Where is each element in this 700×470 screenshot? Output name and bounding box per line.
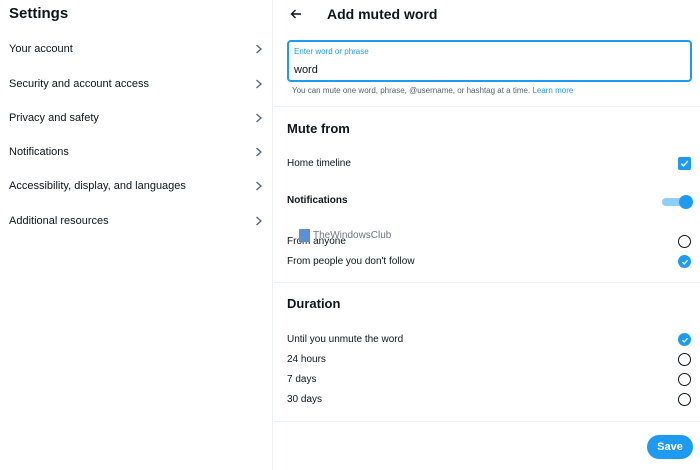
watermark-logo-icon	[299, 229, 310, 242]
sidebar-item-security[interactable]: Security and account access	[0, 67, 273, 101]
checkmark-icon	[681, 337, 688, 343]
mute-from-heading: Mute from	[287, 121, 350, 136]
muted-word-input[interactable]	[293, 62, 683, 78]
24-hours-label: 24 hours	[287, 354, 326, 365]
sidebar-item-label: Accessibility, display, and languages	[9, 179, 186, 192]
notifications-toggle[interactable]	[662, 195, 693, 209]
chevron-right-icon	[254, 44, 264, 54]
page-title: Add muted word	[327, 6, 438, 22]
arrow-left-icon	[290, 9, 301, 19]
chevron-right-icon	[254, 79, 264, 89]
sidebar-title: Settings	[9, 5, 69, 22]
home-timeline-checkbox[interactable]	[678, 157, 691, 170]
duration-heading: Duration	[287, 296, 341, 311]
divider	[274, 282, 700, 283]
settings-sidebar: Settings Your account Security and accou…	[0, 0, 273, 470]
home-timeline-label: Home timeline	[287, 158, 351, 169]
chevron-right-icon	[254, 113, 264, 123]
sidebar-item-privacy[interactable]: Privacy and safety	[0, 101, 273, 135]
chevron-right-icon	[254, 181, 264, 191]
30-days-radio[interactable]	[678, 393, 691, 406]
from-non-followers-label: From people you don't follow	[287, 256, 415, 267]
24-hours-radio[interactable]	[678, 353, 691, 366]
sidebar-item-label: Security and account access	[9, 77, 150, 90]
notifications-label: Notifications	[287, 195, 348, 206]
muted-word-hint: You can mute one word, phrase, @username…	[292, 86, 573, 96]
sidebar-item-notifications[interactable]: Notifications	[0, 135, 273, 169]
divider	[274, 421, 700, 422]
hint-text: You can mute one word, phrase, @username…	[292, 86, 531, 95]
sidebar-item-label: Your account	[9, 42, 73, 55]
sidebar-item-label: Privacy and safety	[9, 111, 99, 124]
save-button[interactable]: Save	[647, 435, 693, 459]
sidebar-item-label: Notifications	[9, 145, 69, 158]
divider	[274, 106, 700, 107]
muted-word-field-label: Enter word or phrase	[294, 47, 369, 56]
toggle-knob	[679, 195, 693, 209]
7-days-radio[interactable]	[678, 373, 691, 386]
from-non-followers-radio[interactable]	[678, 255, 691, 268]
30-days-label: 30 days	[287, 394, 323, 405]
learn-more-link[interactable]: Learn more	[532, 86, 573, 95]
until-unmute-label: Until you unmute the word	[287, 334, 404, 345]
back-button[interactable]	[288, 6, 304, 22]
chevron-right-icon	[254, 216, 264, 226]
sidebar-item-additional-resources[interactable]: Additional resources	[0, 204, 273, 238]
7-days-label: 7 days	[287, 374, 317, 385]
checkmark-icon	[680, 160, 689, 167]
until-unmute-radio[interactable]	[678, 333, 691, 346]
from-anyone-radio[interactable]	[678, 235, 691, 248]
muted-word-field[interactable]: Enter word or phrase	[287, 40, 692, 82]
checkmark-icon	[681, 259, 688, 265]
watermark-text: TheWindowsClub	[313, 229, 392, 241]
chevron-right-icon	[254, 147, 264, 157]
app-window: Settings Your account Security and accou…	[0, 0, 700, 470]
sidebar-item-label: Additional resources	[9, 214, 109, 227]
sidebar-item-your-account[interactable]: Your account	[0, 32, 273, 66]
sidebar-item-accessibility[interactable]: Accessibility, display, and languages	[0, 169, 273, 203]
watermark: TheWindowsClub	[299, 229, 391, 242]
